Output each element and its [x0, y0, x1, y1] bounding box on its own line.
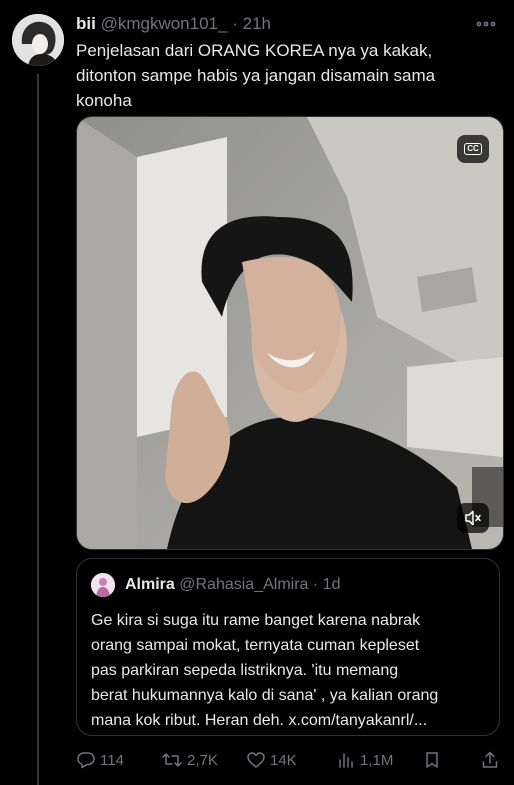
- bookmark-button[interactable]: [422, 748, 442, 772]
- reply-button[interactable]: 114: [76, 748, 124, 772]
- tweet-text-line: ditonton sampe habis ya jangan disamain …: [76, 66, 436, 85]
- tweet-text: Penjelasan dari ORANG KOREA nya ya kakak…: [76, 38, 496, 113]
- quote-author-handle[interactable]: @Rahasia_Almira: [179, 576, 308, 593]
- separator-dot: ·: [312, 576, 319, 593]
- thread-line: [37, 74, 39, 785]
- captions-button[interactable]: CC: [457, 135, 489, 163]
- bookmark-icon: [426, 752, 438, 768]
- views-button[interactable]: 1,1M: [336, 748, 393, 772]
- heart-icon: [247, 752, 265, 768]
- speaker-muted-icon: [465, 510, 481, 526]
- quoted-tweet[interactable]: Almira @Rahasia_Almira · 1d Ge kira si s…: [76, 558, 500, 736]
- quote-text-line: berat hukumannya kalo di sana' , ya kali…: [91, 687, 439, 704]
- unmute-button[interactable]: [457, 503, 489, 533]
- repost-icon: [162, 753, 182, 767]
- quote-avatar[interactable]: [91, 573, 115, 597]
- share-icon: [482, 751, 498, 768]
- view-count: 1,1M: [360, 751, 394, 769]
- separator-dot: ·: [232, 14, 238, 33]
- quote-time[interactable]: 1d: [323, 576, 341, 593]
- quote-text: Ge kira si suga itu rame banget karena n…: [91, 608, 491, 733]
- video-frame: [77, 117, 503, 549]
- avatar[interactable]: [12, 14, 64, 66]
- author-handle[interactable]: @kmgkwon101_: [101, 14, 228, 33]
- quote-author-name[interactable]: Almira: [125, 576, 175, 593]
- views-chart-icon: [339, 753, 353, 768]
- quote-text-line: orang sampai mokat, ternyata cuman keple…: [91, 637, 420, 654]
- reply-count: 114: [100, 751, 124, 769]
- author-name[interactable]: bii: [76, 14, 96, 33]
- tweet-time[interactable]: 21h: [243, 14, 271, 33]
- repost-count: 2,7K: [187, 751, 218, 769]
- repost-button[interactable]: 2,7K: [161, 748, 218, 772]
- share-button[interactable]: [480, 748, 500, 772]
- tweet-text-line: Penjelasan dari ORANG KOREA nya ya kakak…: [76, 41, 433, 60]
- like-count: 14K: [270, 751, 297, 769]
- captions-label: CC: [464, 143, 482, 155]
- like-button[interactable]: 14K: [246, 748, 297, 772]
- tweet-header: bii @kmgkwon101_ · 21h: [76, 14, 500, 38]
- more-options-icon[interactable]: [472, 12, 500, 36]
- video-player[interactable]: CC: [76, 116, 504, 550]
- quote-header: Almira @Rahasia_Almira · 1d: [125, 576, 340, 594]
- quote-text-line: pas parkiran sepeda listriknya. 'itu mem…: [91, 662, 399, 679]
- quote-text-line: Ge kira si suga itu rame banget karena n…: [91, 612, 421, 629]
- reply-icon: [77, 752, 95, 769]
- action-bar: 114 2,7K 14K 1,1M: [76, 748, 504, 772]
- quote-text-line: mana kok ribut. Heran deh. x.com/tanyaka…: [91, 712, 428, 729]
- tweet-text-line: konoha: [76, 91, 132, 110]
